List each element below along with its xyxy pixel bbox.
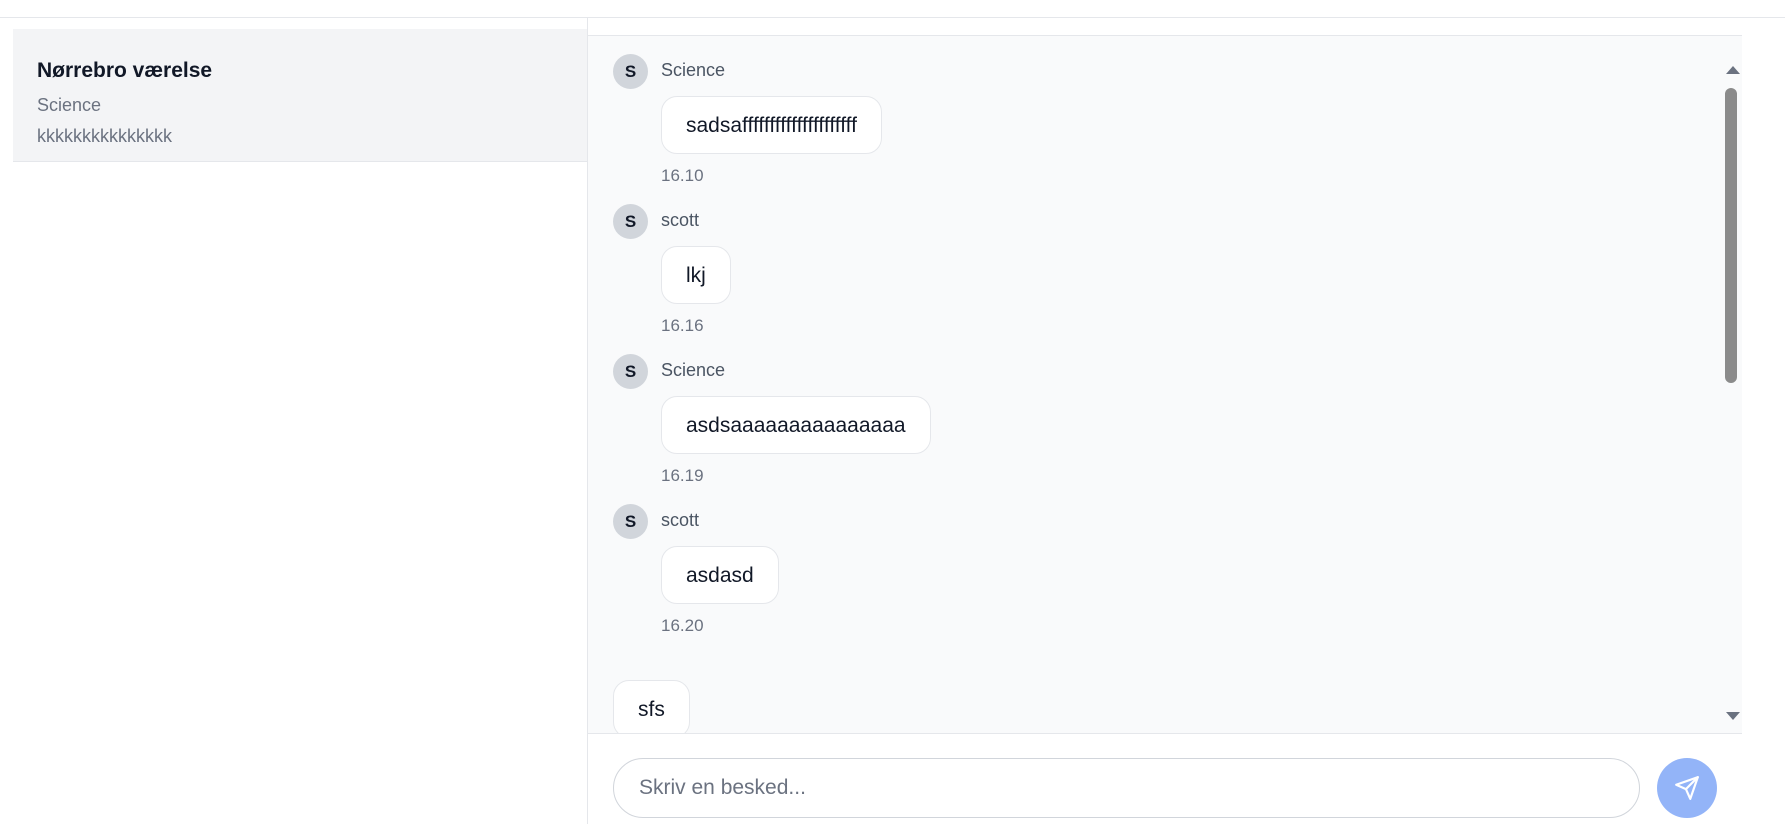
message-sender: scott <box>661 210 700 230</box>
message-time: 16.16 <box>661 316 704 335</box>
send-button[interactable] <box>1657 758 1717 818</box>
chat-panel: S Science sadsafffffffffffffffffffff 16.… <box>587 18 1743 825</box>
avatar: S <box>613 504 648 539</box>
conversation-last-message: kkkkkkkkkkkkkkk <box>37 126 172 146</box>
avatar: S <box>613 54 648 89</box>
conversation-sidebar: Nørrebro værelse Science kkkkkkkkkkkkkkk <box>13 18 587 824</box>
send-icon <box>1675 776 1699 800</box>
message-sender: Science <box>661 360 726 380</box>
message-composer <box>588 733 1743 825</box>
avatar: S <box>613 204 648 239</box>
top-bar <box>0 0 1785 18</box>
message-bubble: lkj <box>661 246 731 304</box>
conversation-name: Nørrebro værelse <box>37 59 213 82</box>
conversation-item[interactable]: Nørrebro værelse Science kkkkkkkkkkkkkkk <box>13 29 587 162</box>
scroll-thumb[interactable] <box>1725 88 1737 383</box>
page-margin <box>1742 18 1785 824</box>
message-time: 16.20 <box>661 616 704 635</box>
message-bubble: asdasd <box>661 546 779 604</box>
conversation-subtitle: Science <box>37 95 102 115</box>
message-input[interactable] <box>613 758 1640 818</box>
avatar: S <box>613 354 648 389</box>
message-sender: Science <box>661 60 726 80</box>
scroll-up-arrow-icon[interactable] <box>1726 66 1740 74</box>
message-bubble: sfs <box>613 680 690 733</box>
message-list[interactable]: S Science sadsafffffffffffffffffffff 16.… <box>588 36 1720 733</box>
scroll-down-arrow-icon[interactable] <box>1726 712 1740 720</box>
message-scrollbar[interactable] <box>1720 36 1743 733</box>
message-time: 16.10 <box>661 166 704 185</box>
message-time: 16.19 <box>661 466 704 485</box>
message-bubble: sadsafffffffffffffffffffff <box>661 96 882 154</box>
message-sender: scott <box>661 510 700 530</box>
chat-header <box>588 18 1743 36</box>
message-bubble: asdsaaaaaaaaaaaaaaa <box>661 396 931 454</box>
